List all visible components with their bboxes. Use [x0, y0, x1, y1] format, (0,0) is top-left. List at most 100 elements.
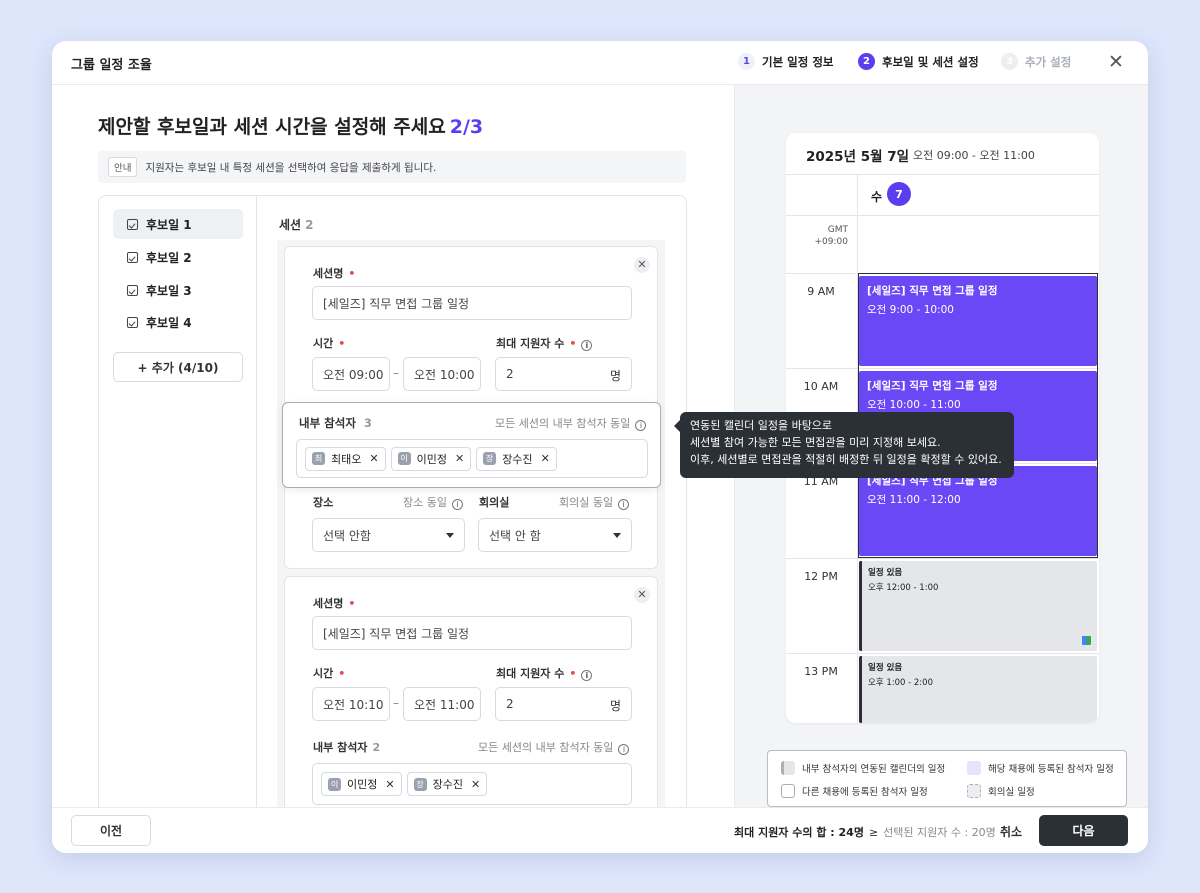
place-label: 장소 — [313, 496, 334, 509]
hour-label: 10 AM — [803, 380, 839, 393]
info-icon[interactable]: i — [618, 744, 630, 755]
end-time-input[interactable]: 오전 10:00 — [403, 357, 481, 391]
calendar-check-icon — [127, 316, 138, 328]
notice-banner: 안내 지원자는 후보일 내 특정 세션을 선택하여 응답을 제출하게 됩니다. — [98, 151, 686, 183]
participant-chip: 이 이민정 ✕ — [321, 772, 402, 796]
info-icon[interactable]: i — [581, 670, 593, 681]
remove-session-icon[interactable]: ✕ — [634, 257, 650, 273]
participant-chip: 장 장수진 ✕ — [476, 446, 557, 471]
page-title: 제안할 후보일과 세션 시간을 설정해 주세요 2/3 — [98, 116, 484, 138]
max-applicants-label: 최대 지원자 수 • i — [496, 665, 593, 681]
sessions-area: ✕ 세션명 • [세일즈] 직무 면접 그룹 일정 시간 • 오전 09:00 – … — [277, 240, 665, 807]
legend-swatch — [781, 761, 795, 775]
legend-item: 내부 참석자의 연동된 캘린더의 일정 — [781, 761, 945, 775]
time-separator: – — [393, 366, 399, 380]
legend-item: 회의실 일정 — [967, 784, 1035, 798]
legend-item: 다른 채용에 등록된 참석자 일정 — [781, 784, 928, 798]
day-of-week: 수 — [871, 190, 883, 204]
add-candidate-date-button[interactable]: + 추가 (4/10) — [113, 352, 243, 382]
start-time-input[interactable]: 오전 10:10 — [312, 687, 390, 721]
info-icon[interactable]: i — [581, 340, 593, 351]
max-applicants-input[interactable]: 2명 — [495, 687, 632, 721]
info-icon[interactable]: i — [451, 499, 463, 510]
room-same-hint: 회의실 동일 i — [559, 494, 630, 510]
legend-swatch — [781, 784, 795, 798]
session-name-input[interactable]: [세일즈] 직무 면접 그룹 일정 — [312, 616, 632, 650]
avatar: 이 — [397, 452, 411, 465]
sessions-header: 세션 2 — [279, 218, 314, 232]
remove-session-icon[interactable]: ✕ — [634, 587, 650, 603]
timezone-label: GMT +09:00 — [814, 225, 848, 247]
modal-header: 그룹 일정 조율 1 기본 일정 정보 2 후보일 및 세션 설정 3 추가 설… — [52, 41, 1148, 85]
time-separator: – — [393, 696, 399, 710]
avatar: 이 — [328, 777, 341, 791]
remove-chip-icon[interactable]: ✕ — [541, 452, 550, 465]
participant-chip: 장 장수진 ✕ — [406, 772, 488, 796]
remove-chip-icon[interactable]: ✕ — [369, 452, 378, 465]
candidate-panel: 후보일 1 후보일 2 후보일 3 후보일 4 + 추가 (4/10) 세션 2 … — [98, 195, 687, 807]
modal-title: 그룹 일정 조율 — [71, 58, 152, 73]
avatar: 최 — [312, 452, 325, 465]
candidate-date-1[interactable]: 후보일 1 — [113, 209, 243, 239]
participant-chip: 이 이민정 ✕ — [390, 446, 472, 471]
remove-chip-icon[interactable]: ✕ — [455, 452, 464, 465]
participants-field[interactable]: 최 최태오 ✕ 이 이민정 ✕ 장 장수진 ✕ — [296, 439, 648, 478]
modal-footer: 이전 최대 지원자 수의 합 : 24명 ≥ 선택된 지원자 수 : 20명 취소 … — [52, 807, 1148, 853]
participants-label: 내부 참석자 3 — [299, 416, 372, 430]
hour-label: 13 PM — [804, 665, 838, 678]
participants-same-hint: 모든 세션의 내부 참석자 동일 i — [478, 739, 630, 755]
notice-tag: 안내 — [108, 157, 138, 177]
candidate-date-2[interactable]: 후보일 2 — [113, 242, 243, 272]
close-icon[interactable]: ✕ — [1108, 52, 1124, 72]
step-label: 후보일 및 세션 설정 — [882, 54, 979, 69]
applicant-summary: 최대 지원자 수의 합 : 24명 ≥ 선택된 지원자 수 : 20명 — [734, 826, 996, 839]
legend-swatch — [967, 784, 981, 798]
avatar: 장 — [483, 452, 497, 465]
legend-item: 해당 채용에 등록된 참석자 일정 — [967, 761, 1114, 775]
page-progress: 2/3 — [449, 116, 484, 138]
caret-down-icon — [446, 533, 454, 538]
hour-label: 9 AM — [807, 285, 835, 298]
prev-button[interactable]: 이전 — [71, 815, 151, 846]
remove-chip-icon[interactable]: ✕ — [385, 778, 394, 791]
participants-label: 내부 참석자 2 — [313, 741, 381, 754]
step-extra-settings[interactable]: 3 추가 설정 — [1001, 53, 1071, 70]
schedule-modal: 그룹 일정 조율 1 기본 일정 정보 2 후보일 및 세션 설정 3 추가 설… — [52, 41, 1148, 853]
end-time-input[interactable]: 오전 11:00 — [403, 687, 481, 721]
candidate-date-4[interactable]: 후보일 4 — [113, 307, 243, 337]
room-select[interactable]: 선택 안 함 — [478, 518, 632, 552]
session-name-label: 세션명 • — [313, 597, 356, 610]
next-button[interactable]: 다음 — [1039, 815, 1128, 846]
calendar-event-busy[interactable]: 일정 있음 오후 12:00 - 1:00 — [859, 561, 1097, 651]
participants-field[interactable]: 이 이민정 ✕ 장 장수진 ✕ — [312, 763, 632, 805]
session-card-2: ✕ 세션명 • [세일즈] 직무 면접 그룹 일정 시간 • 오전 10:10 – … — [284, 576, 658, 807]
legend-swatch — [967, 761, 981, 775]
calendar-check-icon — [127, 284, 138, 296]
session-name-input[interactable]: [세일즈] 직무 면접 그룹 일정 — [312, 286, 632, 320]
participants-highlight-card: 내부 참석자 3 모든 세션의 내부 참석자 동일 i 최 최태오 ✕ 이 이민정 ✕ 장장… — [282, 402, 661, 488]
step-basic-info[interactable]: 1 기본 일정 정보 — [738, 53, 834, 70]
step-label: 기본 일정 정보 — [762, 54, 834, 69]
max-applicants-input[interactable]: 2명 — [495, 357, 632, 391]
info-icon[interactable]: i — [635, 420, 647, 431]
place-select[interactable]: 선택 안함 — [312, 518, 465, 552]
time-label: 시간 • — [313, 337, 346, 350]
participants-same-hint: 모든 세션의 내부 참석자 동일 i — [495, 415, 647, 431]
candidate-date-list: 후보일 1 후보일 2 후보일 3 후보일 4 + 추가 (4/10) — [99, 196, 257, 807]
calendar-event-busy[interactable]: 일정 있음 오후 1:00 - 2:00 — [859, 656, 1097, 723]
day-number: 7 — [887, 182, 911, 206]
caret-down-icon — [613, 533, 621, 538]
cancel-button[interactable]: 취소 — [1000, 823, 1022, 840]
candidate-date-3[interactable]: 후보일 3 — [113, 275, 243, 305]
info-icon[interactable]: i — [618, 499, 630, 510]
session-name-label: 세션명 • — [313, 267, 356, 280]
remove-chip-icon[interactable]: ✕ — [471, 778, 480, 791]
step-label: 추가 설정 — [1025, 54, 1072, 69]
start-time-input[interactable]: 오전 09:00 — [312, 357, 390, 391]
calendar-check-icon — [127, 218, 138, 230]
calendar-legend: 내부 참석자의 연동된 캘린더의 일정 해당 채용에 등록된 참석자 일정 다른… — [767, 750, 1127, 807]
time-label: 시간 • — [313, 667, 346, 680]
hour-label: 12 PM — [804, 570, 838, 583]
step-candidate-dates[interactable]: 2 후보일 및 세션 설정 — [858, 53, 979, 70]
place-same-hint: 장소 동일 i — [403, 494, 463, 510]
